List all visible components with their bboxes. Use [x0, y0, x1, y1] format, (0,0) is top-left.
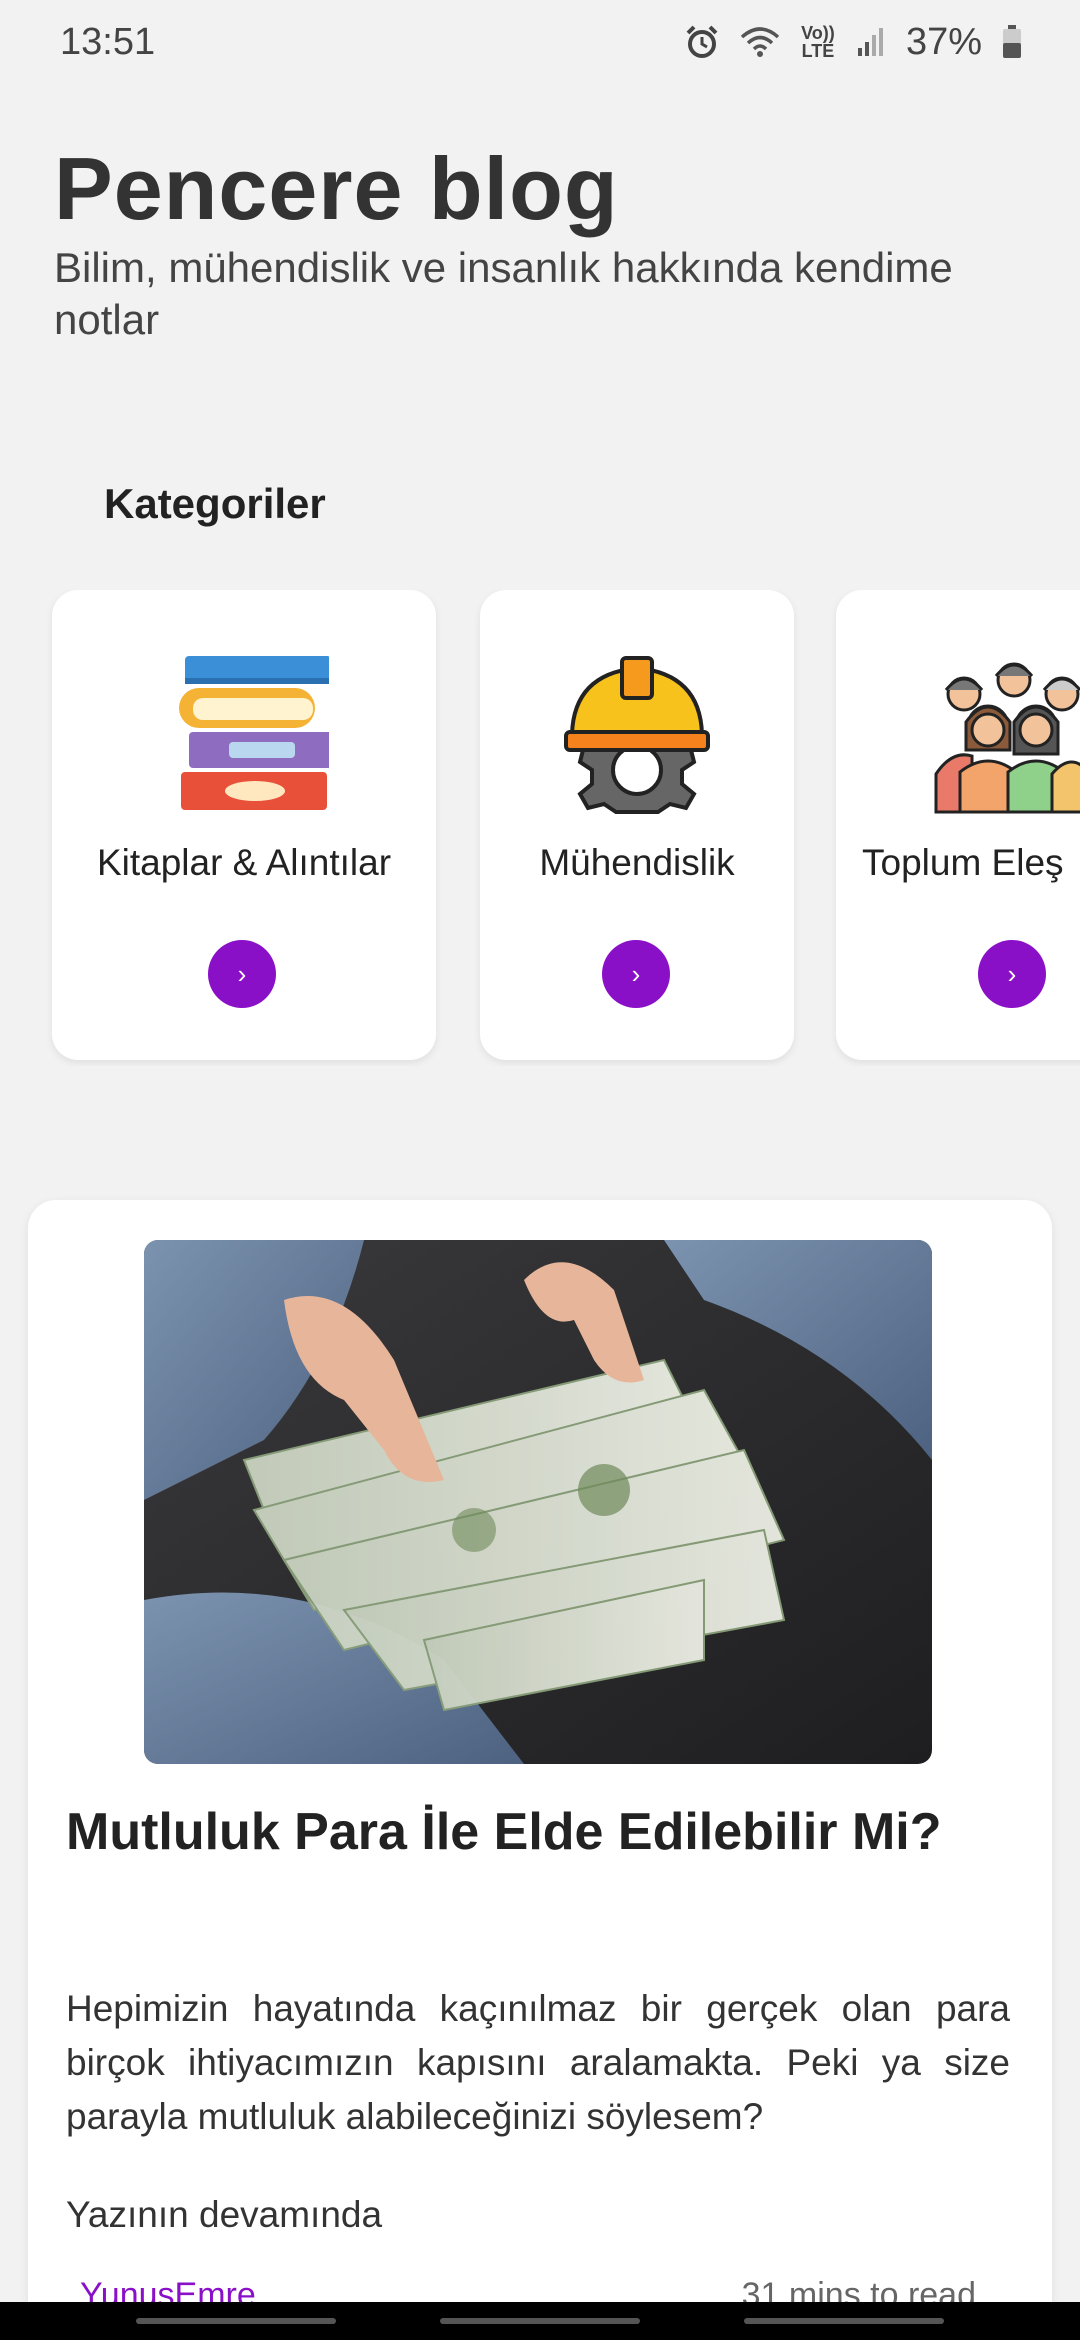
engineer-helmet-gear-icon	[480, 654, 794, 814]
post-excerpt: Hepimizin hayatında kaçınılmaz bir gerçe…	[66, 1988, 1010, 2137]
volte-icon: Vo)) LTE	[801, 23, 835, 61]
signal-icon	[856, 26, 886, 58]
category-open-button[interactable]: ›	[978, 940, 1046, 1008]
category-open-button[interactable]: ›	[208, 940, 276, 1008]
post-card[interactable]: Mutluluk Para İle Elde Edilebilir Mi? He…	[28, 1200, 1052, 2340]
post-title[interactable]: Mutluluk Para İle Elde Edilebilir Mi?	[66, 1800, 1016, 1864]
category-card-society[interactable]: Toplum Eleş ›	[836, 590, 1080, 1060]
category-label: Mühendislik	[539, 842, 735, 883]
nav-home-handle[interactable]	[440, 2318, 640, 2324]
nav-back-handle[interactable]	[744, 2318, 944, 2324]
category-open-button[interactable]: ›	[602, 940, 670, 1008]
battery-icon	[1002, 25, 1022, 59]
read-more-link[interactable]: Yazının devamında	[66, 2194, 382, 2236]
status-icons: Vo)) LTE 37%	[684, 21, 1022, 64]
status-time: 13:51	[60, 20, 156, 63]
books-icon	[52, 654, 436, 814]
blog-subtitle: Bilim, mühendislik ve insanlık hakkında …	[54, 244, 953, 343]
alarm-icon	[684, 24, 720, 60]
category-label: Toplum Eleş	[862, 842, 1064, 883]
nav-recents-handle[interactable]	[136, 2318, 336, 2324]
categories-carousel[interactable]: Kitaplar & Alıntılar › Mühendislik › Top…	[0, 590, 1080, 1066]
wifi-icon	[740, 25, 780, 59]
battery-percent: 37%	[905, 20, 982, 63]
status-bar: 13:51 Vo)) LTE 37%	[0, 0, 1080, 84]
hands-holding-money-image	[144, 1240, 932, 1764]
system-nav-bar	[0, 2302, 1080, 2340]
category-label: Kitaplar & Alıntılar	[96, 842, 392, 883]
category-card-engineering[interactable]: Mühendislik ›	[480, 590, 794, 1060]
community-people-icon	[836, 654, 1080, 814]
category-card-books[interactable]: Kitaplar & Alıntılar ›	[52, 590, 436, 1060]
categories-heading: Kategoriler	[104, 480, 326, 527]
blog-title: Pencere blog	[54, 139, 619, 238]
